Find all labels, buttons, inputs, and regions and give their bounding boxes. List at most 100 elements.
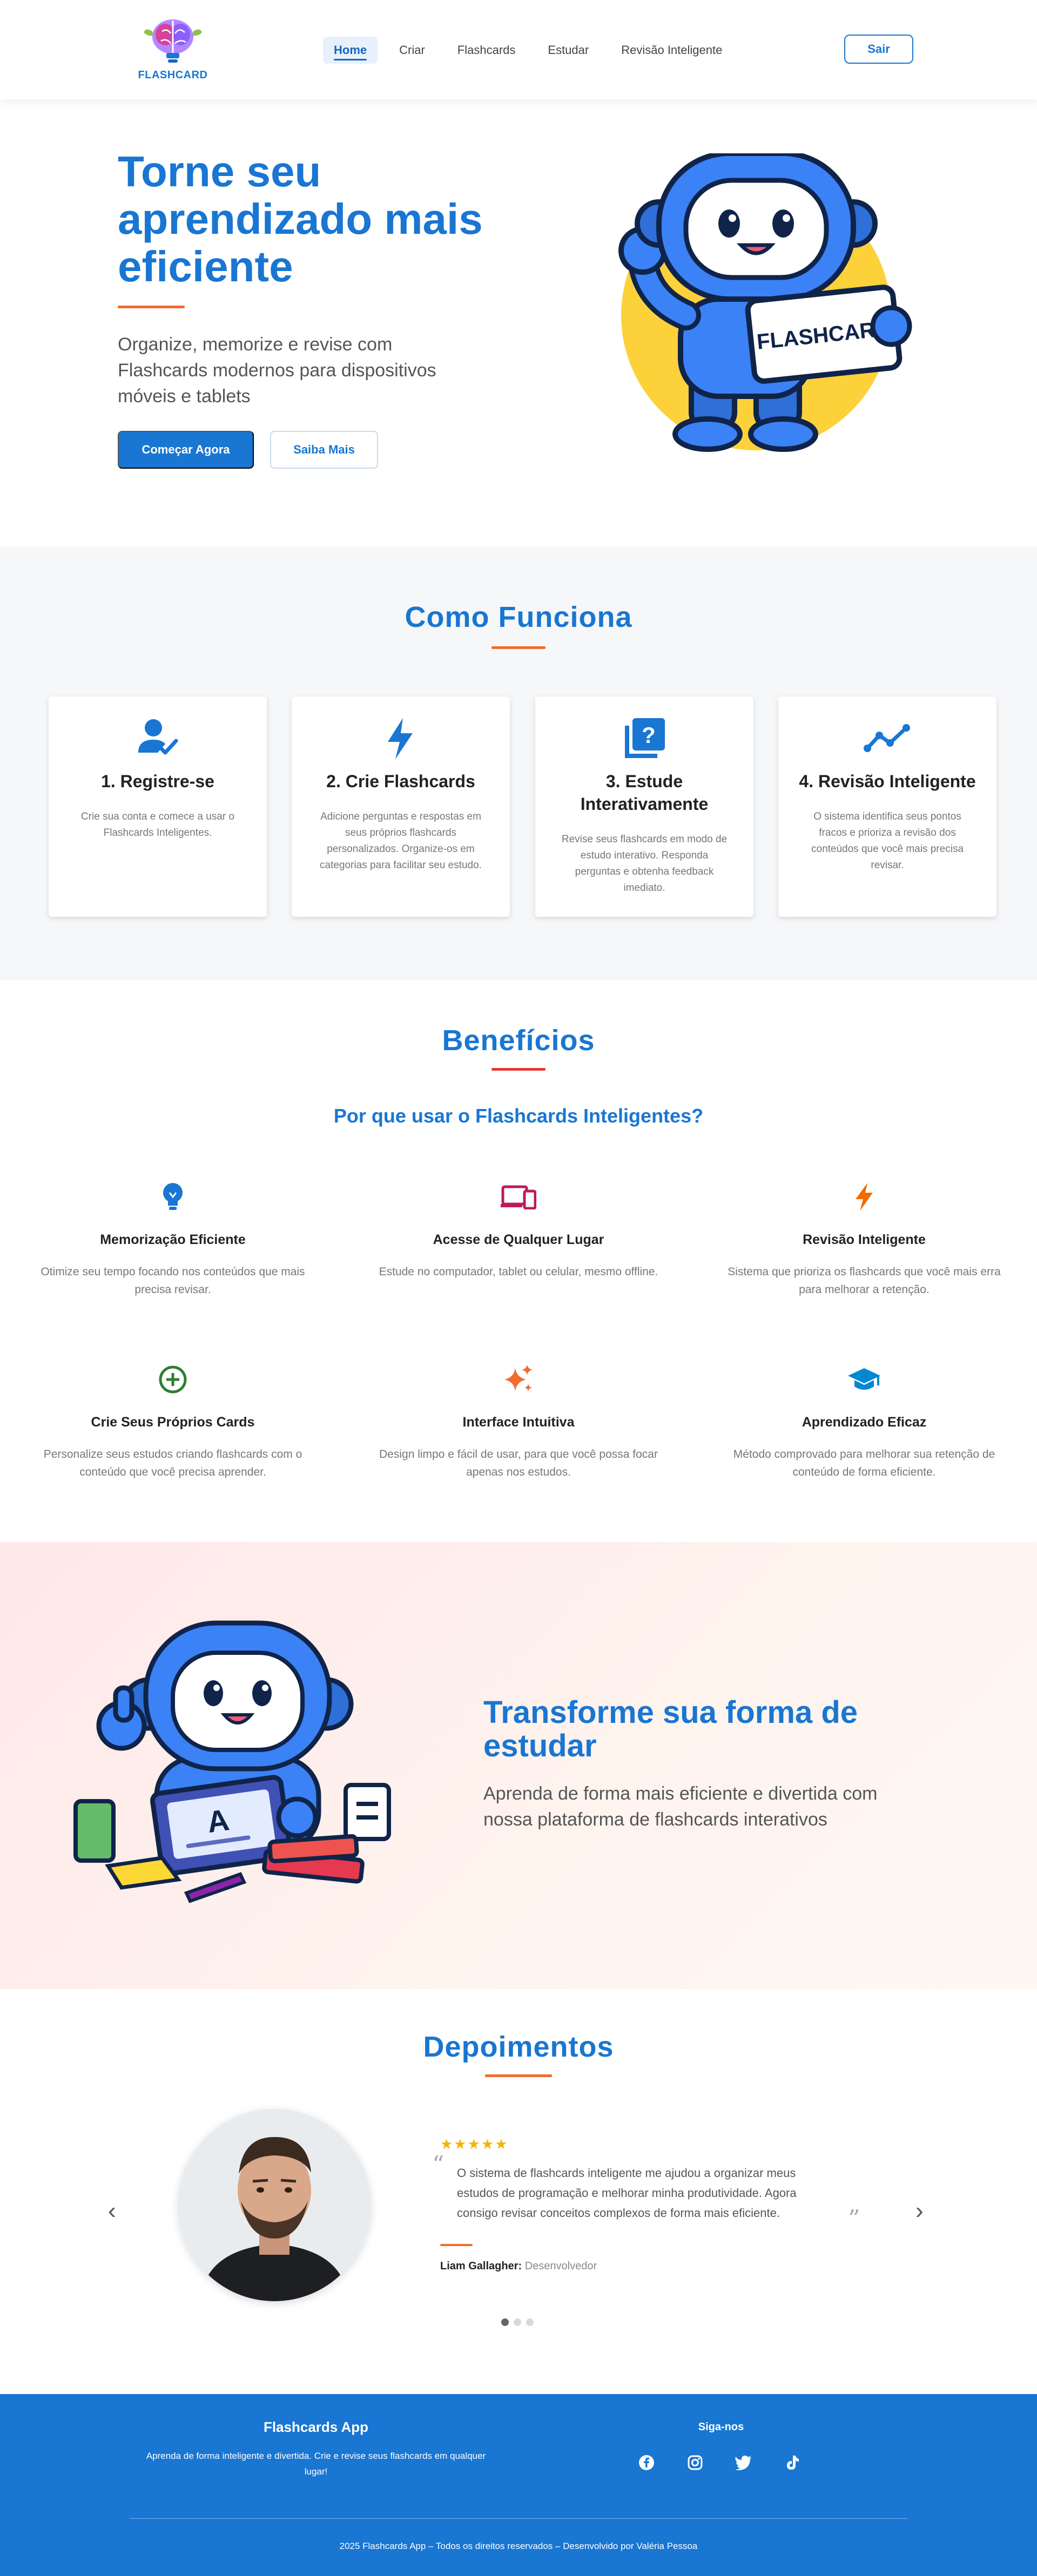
how-it-works-section: Como Funciona 1. Registre-se Crie sua co… xyxy=(0,546,1037,981)
instagram-icon[interactable] xyxy=(686,2453,704,2472)
carousel-dot[interactable] xyxy=(501,2318,509,2326)
open-quote-icon: “ xyxy=(432,2151,445,2179)
navbar: FLASHCARD Home Criar Flashcards Estudar … xyxy=(0,0,1037,99)
step-card-create: 2. Crie Flashcards Adicione perguntas e … xyxy=(292,697,510,917)
benefit-item: Acesse de Qualquer Lugar Estude no compu… xyxy=(378,1178,659,1281)
logo-text: FLASHCARD xyxy=(138,69,208,81)
step-title: 3. Estude Interativamente xyxy=(580,772,709,814)
tiktok-icon[interactable] xyxy=(783,2453,802,2472)
benefit-title: Crie Seus Próprios Cards xyxy=(91,1415,255,1430)
testimonial-divider xyxy=(440,2244,473,2246)
step-text: Adicione perguntas e respostas em seus p… xyxy=(320,811,482,871)
nav-criar[interactable]: Criar xyxy=(388,37,436,64)
nav-home[interactable]: Home xyxy=(323,37,378,64)
person-portrait-icon xyxy=(178,2109,371,2301)
svg-text:?: ? xyxy=(642,722,656,748)
lightning-icon xyxy=(388,718,413,759)
follow-us-title: Siga-nos xyxy=(698,2421,744,2433)
benefit-item: Crie Seus Próprios Cards Personalize seu… xyxy=(32,1361,313,1481)
author-role: Desenvolvedor xyxy=(524,2260,597,2272)
trend-icon xyxy=(864,724,910,752)
benefit-item: Revisão Inteligente Sistema que prioriza… xyxy=(724,1178,1005,1299)
copyright-text: 2025 Flashcards App – Todos os direitos … xyxy=(339,2541,698,2551)
step-card-smart-review: 4. Revisão Inteligente O sistema identif… xyxy=(778,697,996,917)
transform-section: A Transforme sua forma de estudar Aprend… xyxy=(0,1542,1037,1989)
benefit-title: Acesse de Qualquer Lugar xyxy=(433,1232,604,1247)
benefit-title: Memorização Eficiente xyxy=(100,1232,246,1247)
benefit-text: Design limpo e fácil de usar, para que v… xyxy=(379,1448,658,1478)
robot-laptop-illustration: A xyxy=(73,1620,391,1903)
how-it-works-underline xyxy=(491,646,546,649)
footer-divider xyxy=(130,2518,907,2519)
start-now-button[interactable]: Começar Agora xyxy=(118,431,254,469)
sparkle-icon xyxy=(504,1364,533,1391)
testimonial-author: Liam Gallagher: Desenvolvedor xyxy=(440,2260,597,2273)
facebook-icon[interactable] xyxy=(637,2453,656,2472)
step-card-study: ? 3. Estude Interativamente Revise seus … xyxy=(535,697,753,917)
step-text: O sistema identifica seus pontos fracos … xyxy=(811,811,964,871)
testimonial-avatar xyxy=(178,2109,371,2301)
footer: Flashcards App Aprenda de forma intelige… xyxy=(0,2394,1037,2576)
nav-estudar[interactable]: Estudar xyxy=(537,37,600,64)
hero-section: Torne seu aprendizado mais eficiente Org… xyxy=(0,99,1037,546)
benefit-text: Otimize seu tempo focando nos conteúdos … xyxy=(41,1266,305,1296)
hero-subtitle: Organize, memorize e revise com Flashcar… xyxy=(118,334,436,407)
step-title: 4. Revisão Inteligente xyxy=(799,772,976,791)
author-name: Liam Gallagher: xyxy=(440,2260,522,2272)
robot-mascot-illustration: FLASHCARD xyxy=(618,153,912,452)
benefit-title: Revisão Inteligente xyxy=(803,1232,926,1247)
carousel-prev-arrow-icon[interactable]: ‹ xyxy=(108,2198,116,2225)
benefit-title: Aprendizado Eficaz xyxy=(802,1415,927,1430)
benefit-title: Interface Intuitiva xyxy=(462,1415,575,1430)
footer-title: Flashcards App xyxy=(263,2419,369,2435)
main-nav: Home Criar Flashcards Estudar Revisão In… xyxy=(323,37,733,64)
footer-description: Aprenda de forma inteligente e divertida… xyxy=(146,2451,486,2477)
testimonials-underline xyxy=(485,2074,552,2077)
twitter-icon[interactable] xyxy=(735,2453,753,2472)
devices-icon xyxy=(501,1185,536,1209)
benefit-text: Método comprovado para melhorar sua rete… xyxy=(733,1448,995,1478)
learn-more-button[interactable]: Saiba Mais xyxy=(270,431,378,469)
logo[interactable]: FLASHCARD xyxy=(132,15,213,85)
step-title: 1. Registre-se xyxy=(101,772,214,791)
nav-flashcards[interactable]: Flashcards xyxy=(447,37,527,64)
benefits-title: Benefícios xyxy=(442,1024,595,1057)
benefit-text: Estude no computador, tablet ou celular,… xyxy=(379,1266,658,1278)
quiz-icon: ? xyxy=(625,718,665,758)
hero-title-underline xyxy=(118,306,185,308)
hero-title: Torne seu aprendizado mais eficiente xyxy=(118,147,483,290)
step-title: 2. Crie Flashcards xyxy=(326,772,475,791)
carousel-dot[interactable] xyxy=(526,2318,534,2326)
brain-logo-icon xyxy=(144,19,202,63)
social-links xyxy=(637,2453,802,2472)
close-quote-icon: ” xyxy=(848,2205,860,2233)
step-card-register: 1. Registre-se Crie sua conta e comece a… xyxy=(49,697,267,917)
benefit-text: Personalize seus estudos criando flashca… xyxy=(43,1448,302,1478)
benefit-item: Aprendizado Eficaz Método comprovado par… xyxy=(724,1361,1005,1481)
benefits-underline xyxy=(491,1068,546,1071)
benefit-item: Memorização Eficiente Otimize seu tempo … xyxy=(32,1178,313,1299)
transform-subtitle: Aprenda de forma mais eficiente e divert… xyxy=(483,1783,878,1830)
nav-revisao-inteligente[interactable]: Revisão Inteligente xyxy=(610,37,733,64)
carousel-dot[interactable] xyxy=(514,2318,521,2326)
add-circle-icon xyxy=(159,1365,187,1394)
graduation-cap-icon xyxy=(848,1368,880,1390)
how-it-works-title: Como Funciona xyxy=(405,601,632,633)
transform-title: Transforme sua forma de estudar xyxy=(483,1695,858,1763)
carousel-next-arrow-icon[interactable]: › xyxy=(915,2198,924,2225)
carousel-dots xyxy=(501,2318,534,2326)
user-check-icon xyxy=(138,719,178,755)
benefits-section: Benefícios Por que usar o Flashcards Int… xyxy=(0,981,1037,1542)
benefit-text: Sistema que prioriza os flashcards que v… xyxy=(728,1266,1001,1296)
testimonial-quote: O sistema de flashcards inteligente me a… xyxy=(457,2166,797,2220)
lightbulb-icon xyxy=(163,1183,183,1210)
step-text: Revise seus flashcards em modo de estudo… xyxy=(561,834,728,894)
logout-button[interactable]: Sair xyxy=(844,35,913,64)
testimonials-section: Depoimentos ‹ ★★★★★ “ O sistema de flash… xyxy=(0,1989,1037,2394)
benefit-item: Interface Intuitiva Design limpo e fácil… xyxy=(378,1361,659,1481)
testimonials-title: Depoimentos xyxy=(423,2031,614,2063)
bolt-icon xyxy=(856,1183,873,1211)
rating-stars: ★★★★★ xyxy=(440,2136,509,2152)
step-text: Crie sua conta e comece a usar o Flashca… xyxy=(80,811,235,839)
benefits-subtitle: Por que usar o Flashcards Inteligentes? xyxy=(333,1105,704,1127)
